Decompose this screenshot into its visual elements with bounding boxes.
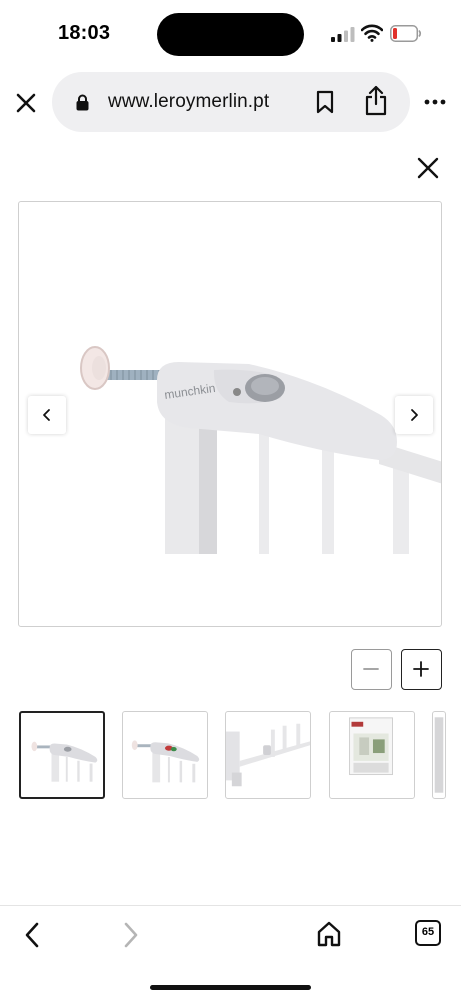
dynamic-island xyxy=(157,13,304,56)
home-icon[interactable] xyxy=(316,920,342,948)
thumbnail-image xyxy=(131,740,200,783)
thumbnail-1[interactable] xyxy=(19,711,105,799)
thumbnail-3[interactable] xyxy=(225,711,311,799)
forward-icon[interactable] xyxy=(121,920,141,950)
thumbnail-image xyxy=(226,723,310,787)
bookmark-icon[interactable] xyxy=(316,90,334,114)
home-indicator xyxy=(150,985,311,990)
thumbnail-5[interactable] xyxy=(432,711,446,799)
product-image-safety-gate: munchkin xyxy=(80,346,441,554)
battery-icon xyxy=(390,25,422,42)
address-bar[interactable]: www.leroymerlin.pt xyxy=(52,72,410,132)
lock-icon xyxy=(76,94,89,111)
signal-icon xyxy=(331,27,355,42)
browser-address-row: www.leroymerlin.pt xyxy=(0,72,461,134)
chevron-right-icon xyxy=(411,409,418,421)
close-icon[interactable] xyxy=(13,90,39,116)
product-image-frame: munchkin xyxy=(18,201,442,627)
thumbnail-image xyxy=(349,717,393,776)
tab-count: 65 xyxy=(421,926,435,938)
thumbnail-2[interactable] xyxy=(122,711,208,799)
thumbnail-image xyxy=(31,741,98,782)
browser-toolbar: 65 xyxy=(0,905,461,999)
plus-icon xyxy=(413,661,429,677)
zoom-out-button[interactable] xyxy=(351,649,392,690)
viewer-close-icon[interactable] xyxy=(416,156,440,180)
next-image-button[interactable] xyxy=(395,396,433,434)
back-icon[interactable] xyxy=(22,920,42,950)
wifi-icon xyxy=(361,24,383,42)
zoom-in-button[interactable] xyxy=(401,649,442,690)
more-icon[interactable] xyxy=(424,97,446,107)
tabs-button[interactable]: 65 xyxy=(415,920,441,946)
thumbnail-image xyxy=(434,717,444,793)
previous-image-button[interactable] xyxy=(28,396,66,434)
status-time: 18:03 xyxy=(58,22,111,44)
url-text[interactable]: www.leroymerlin.pt xyxy=(108,91,269,113)
chevron-left-icon xyxy=(43,409,50,421)
thumbnail-4[interactable] xyxy=(329,711,415,799)
thumbnail-strip xyxy=(0,711,461,801)
share-icon[interactable] xyxy=(364,85,388,116)
minus-icon xyxy=(363,668,379,670)
status-bar: 18:03 xyxy=(0,0,461,66)
